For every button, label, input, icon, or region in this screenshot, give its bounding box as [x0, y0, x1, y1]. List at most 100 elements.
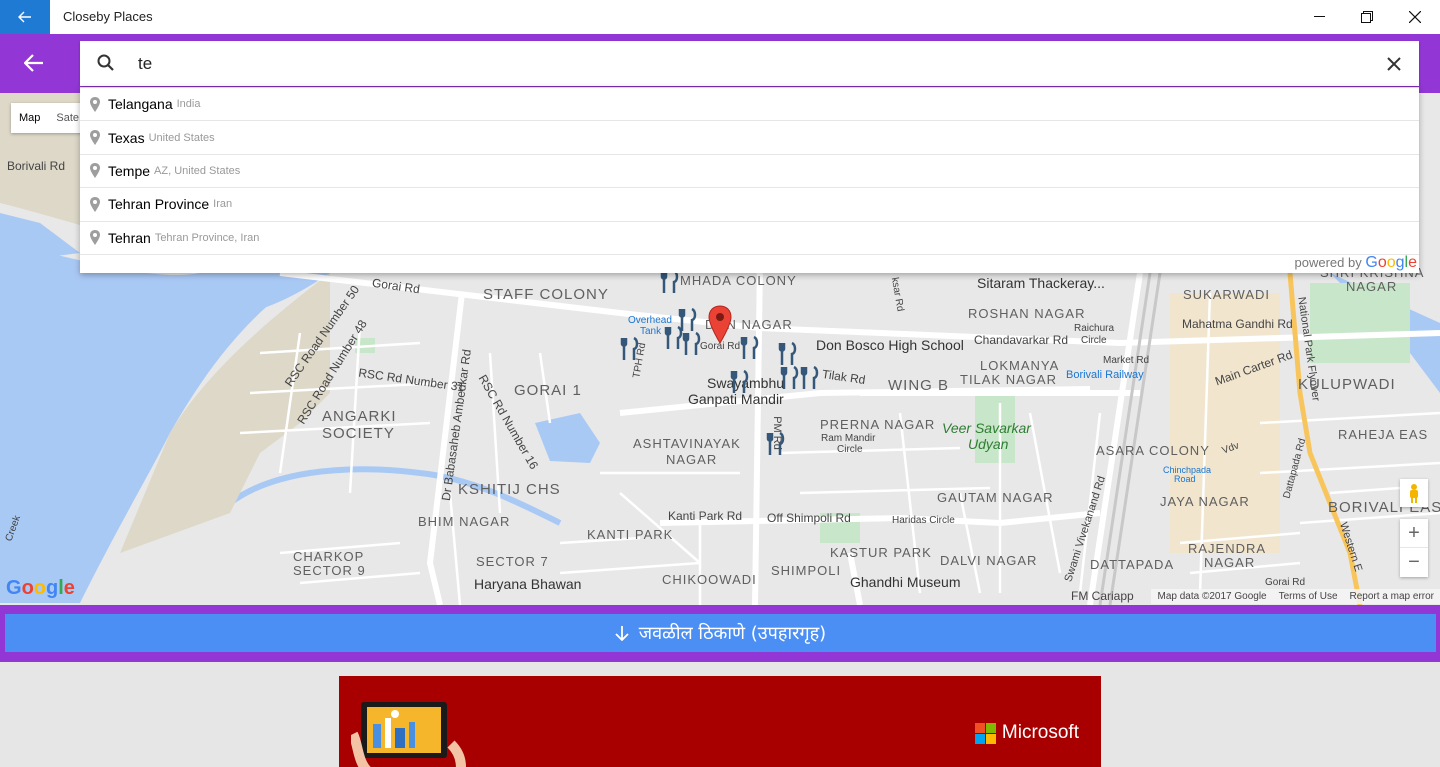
map-label: KASTUR PARK [830, 545, 932, 560]
restaurant-marker-icon[interactable] [682, 331, 702, 357]
window-back-button[interactable] [0, 0, 50, 34]
map-pin-icon [88, 229, 102, 247]
poi-label: Sitaram Thackeray... [977, 275, 1105, 291]
map-label: SUKARWADI [1183, 287, 1271, 302]
google-brand: Google [1365, 254, 1417, 271]
back-arrow-icon [24, 54, 43, 72]
map-label: NAGAR [1204, 555, 1256, 570]
microsoft-logo: Microsoft [974, 722, 1079, 744]
map-pin-icon [88, 195, 102, 213]
suggestion-item[interactable]: Texas United States [80, 121, 1419, 155]
restaurant-marker-icon[interactable] [778, 341, 798, 367]
map-attribution: Map data ©2017 Google Terms of Use Repor… [1151, 589, 1440, 604]
suggestion-main-text: Telangana [108, 96, 173, 113]
map-label: LOKMANYA [980, 358, 1060, 373]
close-window-button[interactable] [1392, 0, 1438, 34]
search-icon [97, 54, 114, 71]
map-type-map[interactable]: Map [11, 103, 48, 133]
powered-by-google: powered by Google [1295, 254, 1417, 272]
restaurant-marker-icon[interactable] [620, 336, 640, 362]
map-label: KANTI PARK [587, 527, 674, 542]
poi-label: Ghandhi Museum [850, 574, 961, 590]
map-label: SECTOR 9 [293, 563, 366, 578]
restore-button[interactable] [1344, 0, 1390, 34]
arrow-down-icon [615, 626, 629, 641]
map-label: RAJENDRA [1188, 541, 1267, 556]
search-input[interactable] [138, 52, 1338, 76]
road-label: Ram Mandir [821, 433, 876, 444]
zoom-in-button[interactable]: + [1400, 519, 1428, 548]
google-logo: Google [6, 577, 75, 599]
zoom-out-button[interactable]: − [1400, 548, 1428, 577]
tablet-illustration-icon [351, 702, 466, 767]
road-label: Off Shimpoli Rd [767, 511, 851, 525]
restaurant-marker-icon[interactable] [800, 365, 820, 391]
road-label: Circle [1081, 335, 1107, 346]
suggestion-secondary-text: United States [148, 131, 215, 144]
station-label: Borivali Railway [1066, 369, 1144, 381]
restaurant-marker-icon[interactable] [730, 369, 750, 395]
title-bar: Closeby Places [0, 0, 1440, 34]
app-back-button[interactable] [14, 46, 54, 80]
park-label: Udyan [968, 436, 1009, 452]
restaurant-marker-icon[interactable] [740, 335, 760, 361]
map-pin-icon [88, 129, 102, 147]
map-label: TILAK NAGAR [960, 372, 1057, 387]
suggestion-secondary-text: India [176, 98, 201, 111]
suggestion-secondary-text: AZ, United States [154, 164, 241, 177]
map-label: CHARKOP [293, 549, 365, 564]
suggestion-secondary-text: Iran [213, 198, 233, 211]
close-icon [1387, 57, 1401, 71]
road-label: FM Cariapp [1071, 589, 1134, 603]
restaurant-marker-icon[interactable] [678, 307, 698, 333]
advertisement-banner[interactable]: Microsoft [339, 676, 1101, 767]
map-label: RAHEJA EAS [1338, 427, 1429, 442]
suggestion-item[interactable]: Tehran Tehran Province, Iran [80, 222, 1419, 255]
road-label: Raichura [1074, 323, 1115, 334]
microsoft-brand-text: Microsoft [1001, 722, 1079, 743]
map-label: NAGAR [1346, 279, 1398, 294]
microsoft-grid-icon [974, 722, 996, 744]
map-label: JAYA NAGAR [1160, 494, 1250, 509]
bottom-bar: जवळील ठिकाणे (उपहारगृह) [0, 605, 1440, 662]
suggestion-item[interactable]: Tehran Province Iran [80, 188, 1419, 222]
map-label: DATTAPADA [1090, 557, 1175, 572]
suggestion-secondary-text: Tehran Province, Iran [154, 231, 260, 244]
map-label: ROSHAN NAGAR [968, 306, 1086, 321]
minimize-button[interactable] [1296, 0, 1342, 34]
suggestion-item[interactable]: Telangana India [80, 88, 1419, 122]
restore-icon [1361, 11, 1373, 23]
map-label: GORAI 1 [514, 382, 582, 399]
autocomplete-dropdown: Telangana India Texas United States Temp… [80, 87, 1419, 273]
map-pin-icon [88, 95, 102, 113]
road-label: Gorai Rd [1265, 577, 1306, 588]
location-pin-icon[interactable] [708, 305, 732, 345]
road-label: Chandavarkar Rd [974, 333, 1069, 347]
nearby-places-button[interactable]: जवळील ठिकाणे (उपहारगृह) [5, 614, 1436, 652]
road-label: Circle [837, 444, 863, 455]
report-error-link[interactable]: Report a map error [1350, 591, 1434, 602]
street-view-pegman[interactable] [1400, 479, 1428, 507]
map-pin-icon [88, 162, 102, 180]
map-label: MHADA COLONY [680, 273, 797, 288]
map-label: STAFF COLONY [483, 286, 609, 303]
map-label: SECTOR 7 [476, 554, 549, 569]
terms-link[interactable]: Terms of Use [1279, 591, 1338, 602]
restaurant-marker-icon[interactable] [766, 431, 786, 457]
clear-search-button[interactable] [1383, 53, 1405, 75]
map-label: GAUTAM NAGAR [937, 490, 1054, 505]
map-label: NAGAR [666, 452, 718, 467]
suggestion-main-text: Tehran [108, 229, 151, 246]
road-label: Haridas Circle [892, 515, 955, 526]
search-box [80, 41, 1419, 86]
restaurant-marker-icon[interactable] [780, 365, 800, 391]
map-label: ANGARKI [322, 408, 397, 425]
map-label: SHIMPOLI [771, 563, 842, 578]
map-label: ASARA COLONY [1096, 443, 1210, 458]
poi-label: Haryana Bhawan [474, 576, 582, 592]
suggestion-item[interactable]: Tempe AZ, United States [80, 155, 1419, 189]
map-label: ASHTAVINAYAK [633, 436, 741, 451]
map-label: KSHITIJ CHS [458, 481, 561, 498]
pegman-icon [1410, 484, 1418, 503]
map-label: DALVI NAGAR [940, 553, 1038, 568]
